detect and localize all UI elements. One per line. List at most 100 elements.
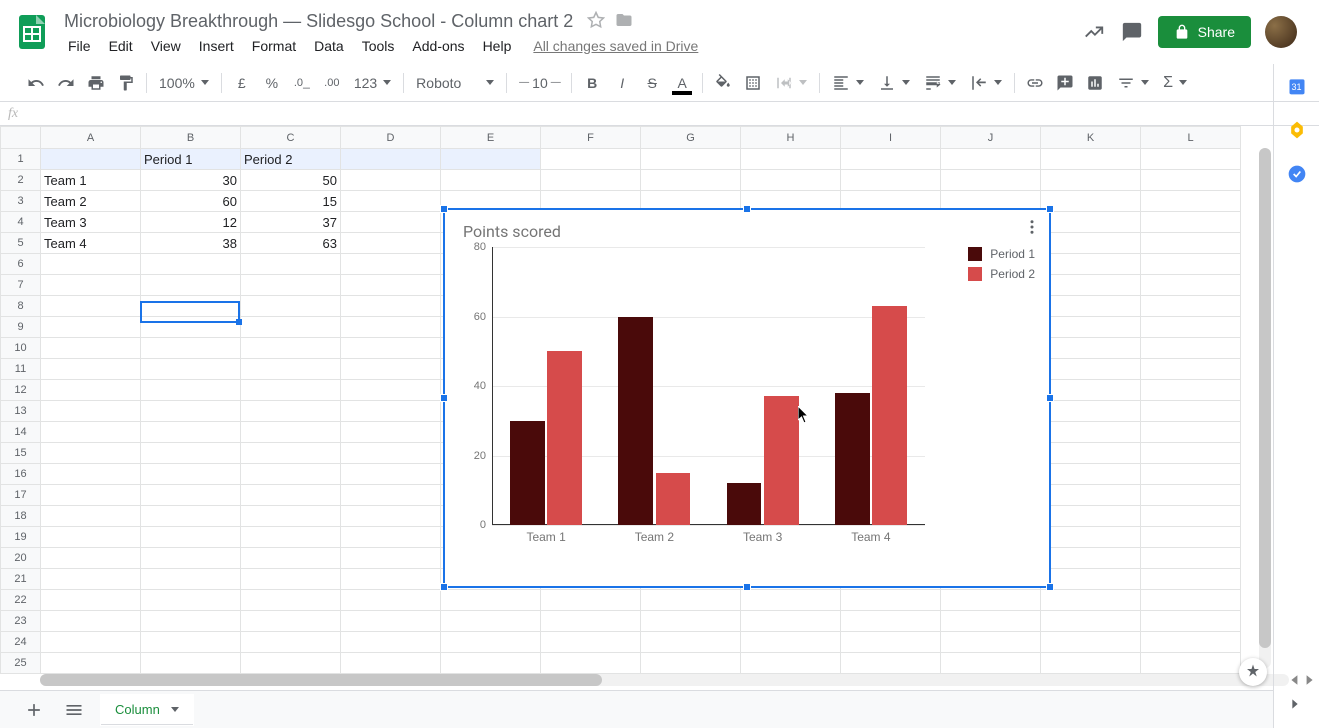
cell[interactable] xyxy=(1041,254,1141,275)
cell[interactable] xyxy=(141,275,241,296)
cell[interactable] xyxy=(541,170,641,191)
row-header[interactable]: 17 xyxy=(1,485,41,506)
share-button[interactable]: Share xyxy=(1158,16,1251,48)
cell[interactable] xyxy=(241,443,341,464)
cell[interactable] xyxy=(441,590,541,611)
redo-button[interactable] xyxy=(52,70,80,96)
cell[interactable] xyxy=(1141,422,1241,443)
font-family-dropdown[interactable]: Roboto xyxy=(410,75,500,91)
row-header[interactable]: 13 xyxy=(1,401,41,422)
fill-color-button[interactable] xyxy=(709,70,737,96)
menu-tools[interactable]: Tools xyxy=(354,36,403,56)
cell[interactable] xyxy=(1041,632,1141,653)
row-header[interactable]: 23 xyxy=(1,611,41,632)
cell[interactable] xyxy=(841,590,941,611)
cell[interactable]: Team 2 xyxy=(41,191,141,212)
cell[interactable] xyxy=(41,275,141,296)
row-header[interactable]: 20 xyxy=(1,548,41,569)
cell[interactable] xyxy=(341,212,441,233)
row-header[interactable]: 2 xyxy=(1,170,41,191)
cell[interactable] xyxy=(241,527,341,548)
menu-format[interactable]: Format xyxy=(244,36,304,56)
print-button[interactable] xyxy=(82,70,110,96)
chart-bar[interactable] xyxy=(510,421,545,525)
font-size-dropdown[interactable]: —10— xyxy=(513,75,565,91)
cell[interactable] xyxy=(541,632,641,653)
cell[interactable] xyxy=(1041,170,1141,191)
cell[interactable] xyxy=(41,254,141,275)
cell[interactable] xyxy=(1141,254,1241,275)
tasks-icon[interactable] xyxy=(1287,164,1307,184)
cell[interactable] xyxy=(1041,506,1141,527)
cell[interactable] xyxy=(141,611,241,632)
cell[interactable] xyxy=(1141,506,1241,527)
cell[interactable] xyxy=(341,611,441,632)
cell[interactable] xyxy=(141,527,241,548)
sheets-logo-icon[interactable] xyxy=(12,12,52,52)
cell[interactable] xyxy=(1041,191,1141,212)
cell[interactable] xyxy=(341,653,441,674)
cell[interactable] xyxy=(141,359,241,380)
cell[interactable] xyxy=(1141,611,1241,632)
cell[interactable] xyxy=(241,611,341,632)
cell[interactable] xyxy=(441,170,541,191)
insert-link-button[interactable] xyxy=(1021,70,1049,96)
cell[interactable] xyxy=(341,170,441,191)
cell[interactable] xyxy=(841,149,941,170)
cell[interactable] xyxy=(1141,653,1241,674)
chart-legend[interactable]: Period 1 Period 2 xyxy=(968,247,1035,287)
spreadsheet-grid[interactable]: ABCDEFGHIJKL 1Period 1Period 22Team 1305… xyxy=(0,126,1273,690)
cell[interactable] xyxy=(1141,401,1241,422)
row-header[interactable]: 12 xyxy=(1,380,41,401)
cell[interactable] xyxy=(1141,380,1241,401)
column-header[interactable]: A xyxy=(41,127,141,149)
cell[interactable] xyxy=(241,548,341,569)
vertical-scrollbar[interactable] xyxy=(1259,148,1271,668)
cell[interactable] xyxy=(641,170,741,191)
column-header[interactable]: G xyxy=(641,127,741,149)
cell[interactable] xyxy=(241,590,341,611)
cell[interactable] xyxy=(341,485,441,506)
row-header[interactable]: 15 xyxy=(1,443,41,464)
vertical-align-button[interactable] xyxy=(872,74,916,92)
row-header[interactable]: 25 xyxy=(1,653,41,674)
menu-help[interactable]: Help xyxy=(475,36,520,56)
cell[interactable] xyxy=(341,191,441,212)
chart-bar[interactable] xyxy=(656,473,691,525)
cell[interactable] xyxy=(341,380,441,401)
cell[interactable] xyxy=(41,338,141,359)
cell[interactable]: 60 xyxy=(141,191,241,212)
cell[interactable] xyxy=(41,653,141,674)
cell[interactable] xyxy=(641,149,741,170)
document-title[interactable]: Microbiology Breakthrough — Slidesgo Sch… xyxy=(60,9,577,34)
menu-edit[interactable]: Edit xyxy=(101,36,141,56)
cell[interactable] xyxy=(841,611,941,632)
cell[interactable] xyxy=(341,254,441,275)
cell[interactable] xyxy=(1141,359,1241,380)
insert-chart-button[interactable] xyxy=(1081,70,1109,96)
horizontal-align-button[interactable] xyxy=(826,74,870,92)
cell[interactable]: 12 xyxy=(141,212,241,233)
cell[interactable] xyxy=(1141,233,1241,254)
cell[interactable] xyxy=(141,401,241,422)
column-header[interactable]: C xyxy=(241,127,341,149)
increase-decimal-button[interactable]: .00 xyxy=(318,70,346,96)
text-rotation-button[interactable] xyxy=(964,74,1008,92)
cell[interactable] xyxy=(241,653,341,674)
cell[interactable] xyxy=(841,632,941,653)
cell[interactable] xyxy=(741,653,841,674)
cell[interactable] xyxy=(441,653,541,674)
cell[interactable]: Team 4 xyxy=(41,233,141,254)
cell[interactable] xyxy=(341,401,441,422)
cell[interactable] xyxy=(741,590,841,611)
cell[interactable] xyxy=(141,296,241,317)
cell[interactable] xyxy=(341,275,441,296)
cell[interactable] xyxy=(1041,359,1141,380)
column-header[interactable]: J xyxy=(941,127,1041,149)
cell[interactable] xyxy=(341,464,441,485)
cell[interactable] xyxy=(741,149,841,170)
more-formats-dropdown[interactable]: 123 xyxy=(348,75,397,91)
cell[interactable] xyxy=(1141,548,1241,569)
row-header[interactable]: 1 xyxy=(1,149,41,170)
chart-bar[interactable] xyxy=(547,351,582,525)
